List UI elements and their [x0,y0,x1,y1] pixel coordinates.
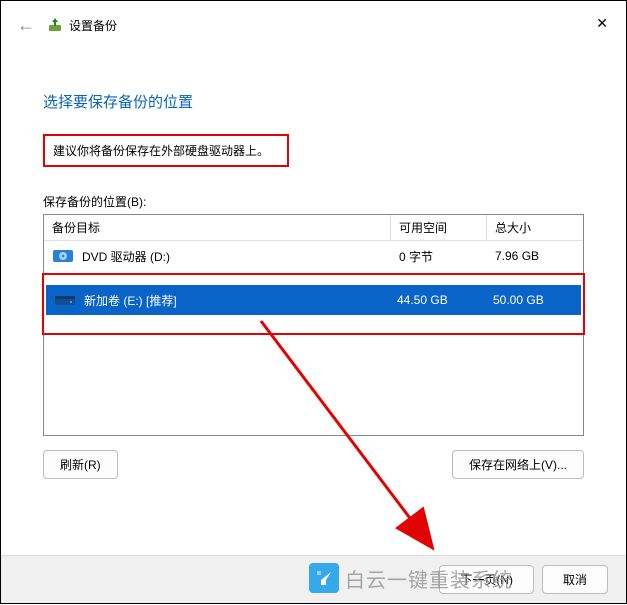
drive-total: 7.96 GB [487,249,583,263]
backup-icon [47,17,63,33]
col-free[interactable]: 可用空间 [391,215,487,240]
hdd-drive-icon [54,291,76,309]
back-arrow-icon: ← [17,15,35,36]
refresh-button[interactable]: 刷新(R) [43,450,118,479]
drive-name: DVD 驱动器 (D:) [82,248,170,265]
close-icon[interactable]: ✕ [596,15,608,32]
titlebar: ← 设置备份 ✕ [1,1,626,49]
next-button[interactable]: 下一页(N) [439,565,534,594]
drive-free: 0 字节 [391,248,487,265]
window-title: 设置备份 [69,17,117,34]
table-header: 备份目标 可用空间 总大小 [44,215,583,241]
drive-free: 44.50 GB [389,293,485,307]
table-button-row: 刷新(R) 保存在网络上(V)... [43,450,584,479]
recommendation-highlight: 建议你将备份保存在外部硬盘驱动器上。 [43,134,289,167]
recommendation-text: 建议你将备份保存在外部硬盘驱动器上。 [53,144,269,158]
selected-row-highlight: 新加卷 (E:) [推荐] 44.50 GB 50.00 GB [42,273,585,335]
drive-total: 50.00 GB [485,293,581,307]
content-area: 选择要保存备份的位置 建议你将备份保存在外部硬盘驱动器上。 保存备份的位置(B)… [1,91,626,479]
footer-bar: 下一页(N) 取消 [1,555,626,603]
page-heading: 选择要保存备份的位置 [43,91,584,112]
cancel-button[interactable]: 取消 [542,565,608,594]
table-row[interactable]: 新加卷 (E:) [推荐] 44.50 GB 50.00 GB [46,285,581,315]
drive-name: 新加卷 (E:) [推荐] [84,292,177,309]
table-row[interactable]: DVD 驱动器 (D:) 0 字节 7.96 GB [44,241,583,271]
drive-list-label: 保存备份的位置(B): [43,193,584,210]
col-target[interactable]: 备份目标 [44,215,391,240]
save-network-button[interactable]: 保存在网络上(V)... [452,450,584,479]
dvd-drive-icon [52,247,74,265]
col-total[interactable]: 总大小 [487,215,583,240]
drive-table: 备份目标 可用空间 总大小 DVD 驱动器 (D:) 0 字节 7.96 GB … [43,214,584,436]
